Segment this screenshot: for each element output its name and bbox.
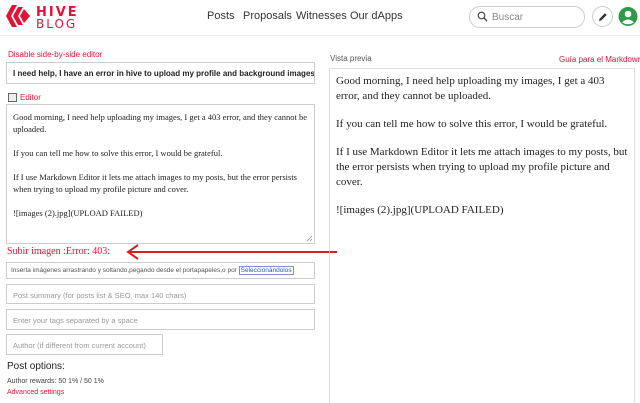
nav-witnesses[interactable]: Witnesses	[296, 10, 347, 22]
preview-paragraph: ![images (2).jpg](UPLOAD FAILED)	[336, 204, 504, 216]
preview-paragraph: If I use Markdown Editor it lets me atta…	[336, 146, 628, 188]
markdown-guide-link[interactable]: Guía para el Markdown	[559, 55, 640, 64]
advanced-settings-link[interactable]: Advanced settings	[7, 389, 64, 396]
search-icon	[477, 11, 488, 22]
resize-handle-icon[interactable]	[306, 235, 313, 242]
editor-paragraph: ![images (2).jpg](UPLOAD FAILED)	[13, 208, 143, 218]
search-placeholder: Buscar	[492, 12, 524, 23]
author-rewards-text: Author rewards: 50 1% / 50 1%	[7, 378, 104, 385]
hive-blog-logo[interactable]: HIVE BLOG	[4, 3, 88, 33]
editor-paragraph: Good morning, I need help uploading my i…	[13, 112, 308, 134]
editor-paragraph: If I use Markdown Editor it lets me atta…	[13, 172, 297, 194]
upload-image-error: Subir imagen :Error: 403:	[7, 246, 111, 257]
author-input[interactable]: Author (if different from current accoun…	[6, 334, 163, 355]
tags-input[interactable]: Enter your tags separated by a space	[6, 309, 315, 330]
nav-our-dapps[interactable]: Our dApps	[350, 10, 403, 22]
post-title-input[interactable]: I need help, I have an error in hive to …	[6, 62, 315, 84]
preview-paragraph: If you can tell me how to solve this err…	[336, 118, 608, 130]
pencil-icon	[599, 13, 607, 21]
select-images-link[interactable]: Seleccionándolos	[238, 266, 294, 275]
checkbox-icon	[8, 93, 17, 102]
top-navbar: HIVE BLOG Posts Proposals Witnesses Our …	[0, 0, 640, 36]
preview-pane: Good morning, I need help uploading my i…	[329, 68, 635, 403]
post-summary-input[interactable]: Post summary (for posts list & SEO, max …	[6, 284, 315, 304]
create-post-button[interactable]	[592, 6, 613, 27]
post-options-heading: Post options:	[7, 361, 65, 372]
post-body-textarea[interactable]: Good morning, I need help uploading my i…	[6, 104, 315, 244]
preview-label: Vista previa	[330, 54, 372, 63]
user-avatar[interactable]	[618, 6, 638, 27]
nav-proposals[interactable]: Proposals	[243, 10, 292, 22]
editor-tab-label: Editor	[20, 93, 41, 102]
hive-logo-icon	[6, 5, 30, 27]
editor-paragraph: If you can tell me how to solve this err…	[13, 148, 223, 158]
drop-zone-text: Inserta imágenes arrastrando y soltando,…	[11, 267, 239, 274]
image-drop-zone[interactable]: Inserta imágenes arrastrando y soltando,…	[6, 262, 315, 279]
nav-posts[interactable]: Posts	[207, 10, 235, 22]
disable-side-by-side-link[interactable]: Disable side-by-side editor	[8, 50, 102, 59]
avatar-icon	[618, 7, 638, 26]
red-arrow-annotation	[126, 244, 337, 260]
logo-text-blog: BLOG	[36, 17, 78, 31]
editor-toggle[interactable]: Editor	[8, 93, 41, 102]
preview-paragraph: Good morning, I need help uploading my i…	[336, 75, 605, 102]
search-box[interactable]: Buscar	[469, 6, 585, 28]
